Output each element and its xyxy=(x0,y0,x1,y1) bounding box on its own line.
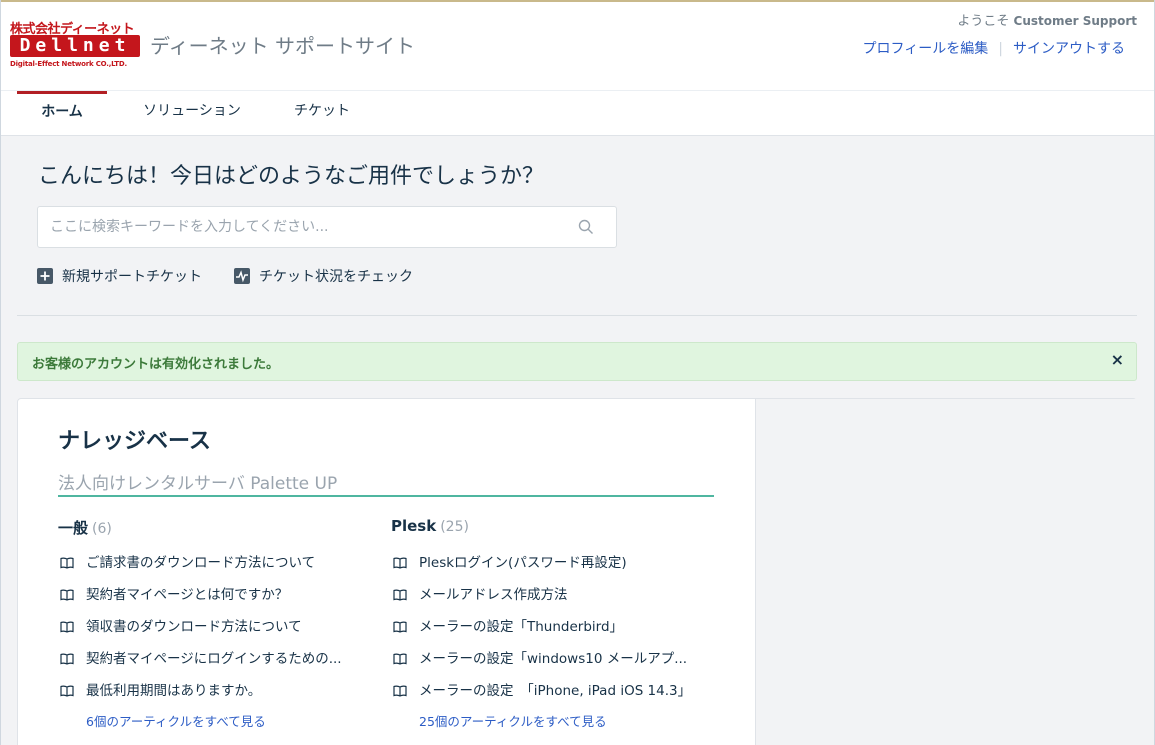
book-icon xyxy=(60,557,74,569)
book-icon xyxy=(393,557,407,569)
check-ticket-status-label: チケット状況をチェック xyxy=(259,269,413,285)
welcome-text: ようこそ Customer Support xyxy=(957,10,1137,29)
article-title: 契約者マイページとは何ですか？ xyxy=(86,587,289,603)
book-icon xyxy=(60,685,74,697)
article-title: 領収書のダウンロード方法について xyxy=(86,619,302,635)
book-icon xyxy=(393,589,407,601)
article-link[interactable]: メーラーの設定「windows10 メールアプ... xyxy=(391,643,711,675)
folder-name: 一般 xyxy=(58,519,89,537)
pulse-icon xyxy=(234,268,250,284)
success-alert: お客様のアカウントは有効化されました。 × xyxy=(17,342,1137,381)
tab-tickets[interactable]: チケット xyxy=(282,91,362,136)
book-icon xyxy=(393,685,407,697)
article-title: メーラーの設定 「iPhone, iPad iOS 14.3」 xyxy=(419,683,692,699)
new-ticket-button[interactable]: 新規サポートチケット xyxy=(37,266,202,286)
folder-count: (25) xyxy=(440,519,469,535)
article-title: 契約者マイページにログインするための... xyxy=(86,651,342,667)
hero-title: こんにちは！今日はどのようなご用件でしょうか？ xyxy=(38,164,545,189)
article-title: メーラーの設定「windows10 メールアプ... xyxy=(419,651,688,667)
article-list: Pleskログイン(パスワード再設定) メールアドレス作成方法 メーラーの設定「… xyxy=(391,547,711,707)
article-title: ご請求書のダウンロード方法について xyxy=(86,555,316,571)
folder-count: (6) xyxy=(92,521,112,537)
main-nav: ホーム ソリューション チケット xyxy=(0,90,1155,136)
user-name: Customer Support xyxy=(1013,14,1137,28)
new-ticket-label: 新規サポートチケット xyxy=(62,269,202,285)
welcome-prefix: ようこそ xyxy=(957,14,1010,29)
close-icon[interactable]: × xyxy=(1111,350,1124,369)
tab-home[interactable]: ホーム xyxy=(17,91,107,136)
site-title[interactable]: ディーネット サポートサイト xyxy=(150,30,415,59)
kb-folder-plesk: Plesk (25) Pleskログイン(パスワード再設定) メールアドレス作成方… xyxy=(391,517,711,730)
article-title: メーラーの設定「Thunderbird」 xyxy=(419,619,624,635)
article-link[interactable]: メーラーの設定 「iPhone, iPad iOS 14.3」 xyxy=(391,675,711,707)
article-link[interactable]: メールアドレス作成方法 xyxy=(391,579,711,611)
section-divider xyxy=(17,315,1137,316)
logo-subtitle: Digital-Effect Network CO.,LTD. xyxy=(10,60,127,68)
article-title: メールアドレス作成方法 xyxy=(419,587,568,603)
search-box xyxy=(37,206,617,248)
plus-icon xyxy=(37,268,53,284)
book-icon xyxy=(60,589,74,601)
folder-heading[interactable]: Plesk (25) xyxy=(391,517,711,541)
article-link[interactable]: 契約者マイページとは何ですか？ xyxy=(58,579,378,611)
link-separator: | xyxy=(998,41,1003,57)
folder-heading[interactable]: 一般 (6) xyxy=(58,517,378,541)
book-icon xyxy=(60,653,74,665)
article-link[interactable]: 契約者マイページにログインするための... xyxy=(58,643,378,675)
article-title: 最低利用期間はありますか。 xyxy=(86,683,262,699)
book-icon xyxy=(393,653,407,665)
book-icon xyxy=(393,621,407,633)
see-all-articles-link[interactable]: 25個のアーティクルをすべて見る xyxy=(391,711,711,730)
article-link[interactable]: Pleskログイン(パスワード再設定) xyxy=(391,547,711,579)
article-title: Pleskログイン(パスワード再設定) xyxy=(419,555,627,571)
edit-profile-link[interactable]: プロフィールを編集 xyxy=(863,41,989,57)
article-list: ご請求書のダウンロード方法について 契約者マイページとは何ですか？ 領収書のダウ… xyxy=(58,547,378,707)
kb-category-title[interactable]: 法人向けレンタルサーバ Palette UP xyxy=(58,469,714,497)
alert-message: お客様のアカウントは有効化されました。 xyxy=(32,357,280,372)
check-ticket-status-button[interactable]: チケット状況をチェック xyxy=(234,266,413,286)
logo-mark: Dellnet xyxy=(10,35,140,57)
knowledge-base-card: ナレッジベース 法人向けレンタルサーバ Palette UP 一般 (6) ご請求… xyxy=(17,398,1138,745)
article-link[interactable]: メーラーの設定「Thunderbird」 xyxy=(391,611,711,643)
see-all-articles-link[interactable]: 6個のアーティクルをすべて見る xyxy=(58,711,378,730)
kb-side-panel xyxy=(755,399,1138,745)
company-logo[interactable]: 株式会社ディーネット Dellnet Digital-Effect Networ… xyxy=(10,18,142,74)
book-icon xyxy=(60,621,74,633)
search-icon[interactable] xyxy=(578,219,594,235)
kb-folder-general: 一般 (6) ご請求書のダウンロード方法について 契約者マイページとは何ですか？ … xyxy=(58,517,378,730)
site-header: 株式会社ディーネット Dellnet Digital-Effect Networ… xyxy=(0,0,1155,90)
sign-out-link[interactable]: サインアウトする xyxy=(1013,41,1125,57)
tab-solutions[interactable]: ソリューション xyxy=(132,91,252,136)
search-input[interactable] xyxy=(50,207,570,247)
user-links: プロフィールを編集 | サインアウトする xyxy=(863,38,1125,58)
article-link[interactable]: 最低利用期間はありますか。 xyxy=(58,675,378,707)
folder-name: Plesk xyxy=(391,517,437,535)
kb-title: ナレッジベース xyxy=(58,429,211,454)
article-link[interactable]: ご請求書のダウンロード方法について xyxy=(58,547,378,579)
window-frame-left xyxy=(0,0,1,745)
article-link[interactable]: 領収書のダウンロード方法について xyxy=(58,611,378,643)
